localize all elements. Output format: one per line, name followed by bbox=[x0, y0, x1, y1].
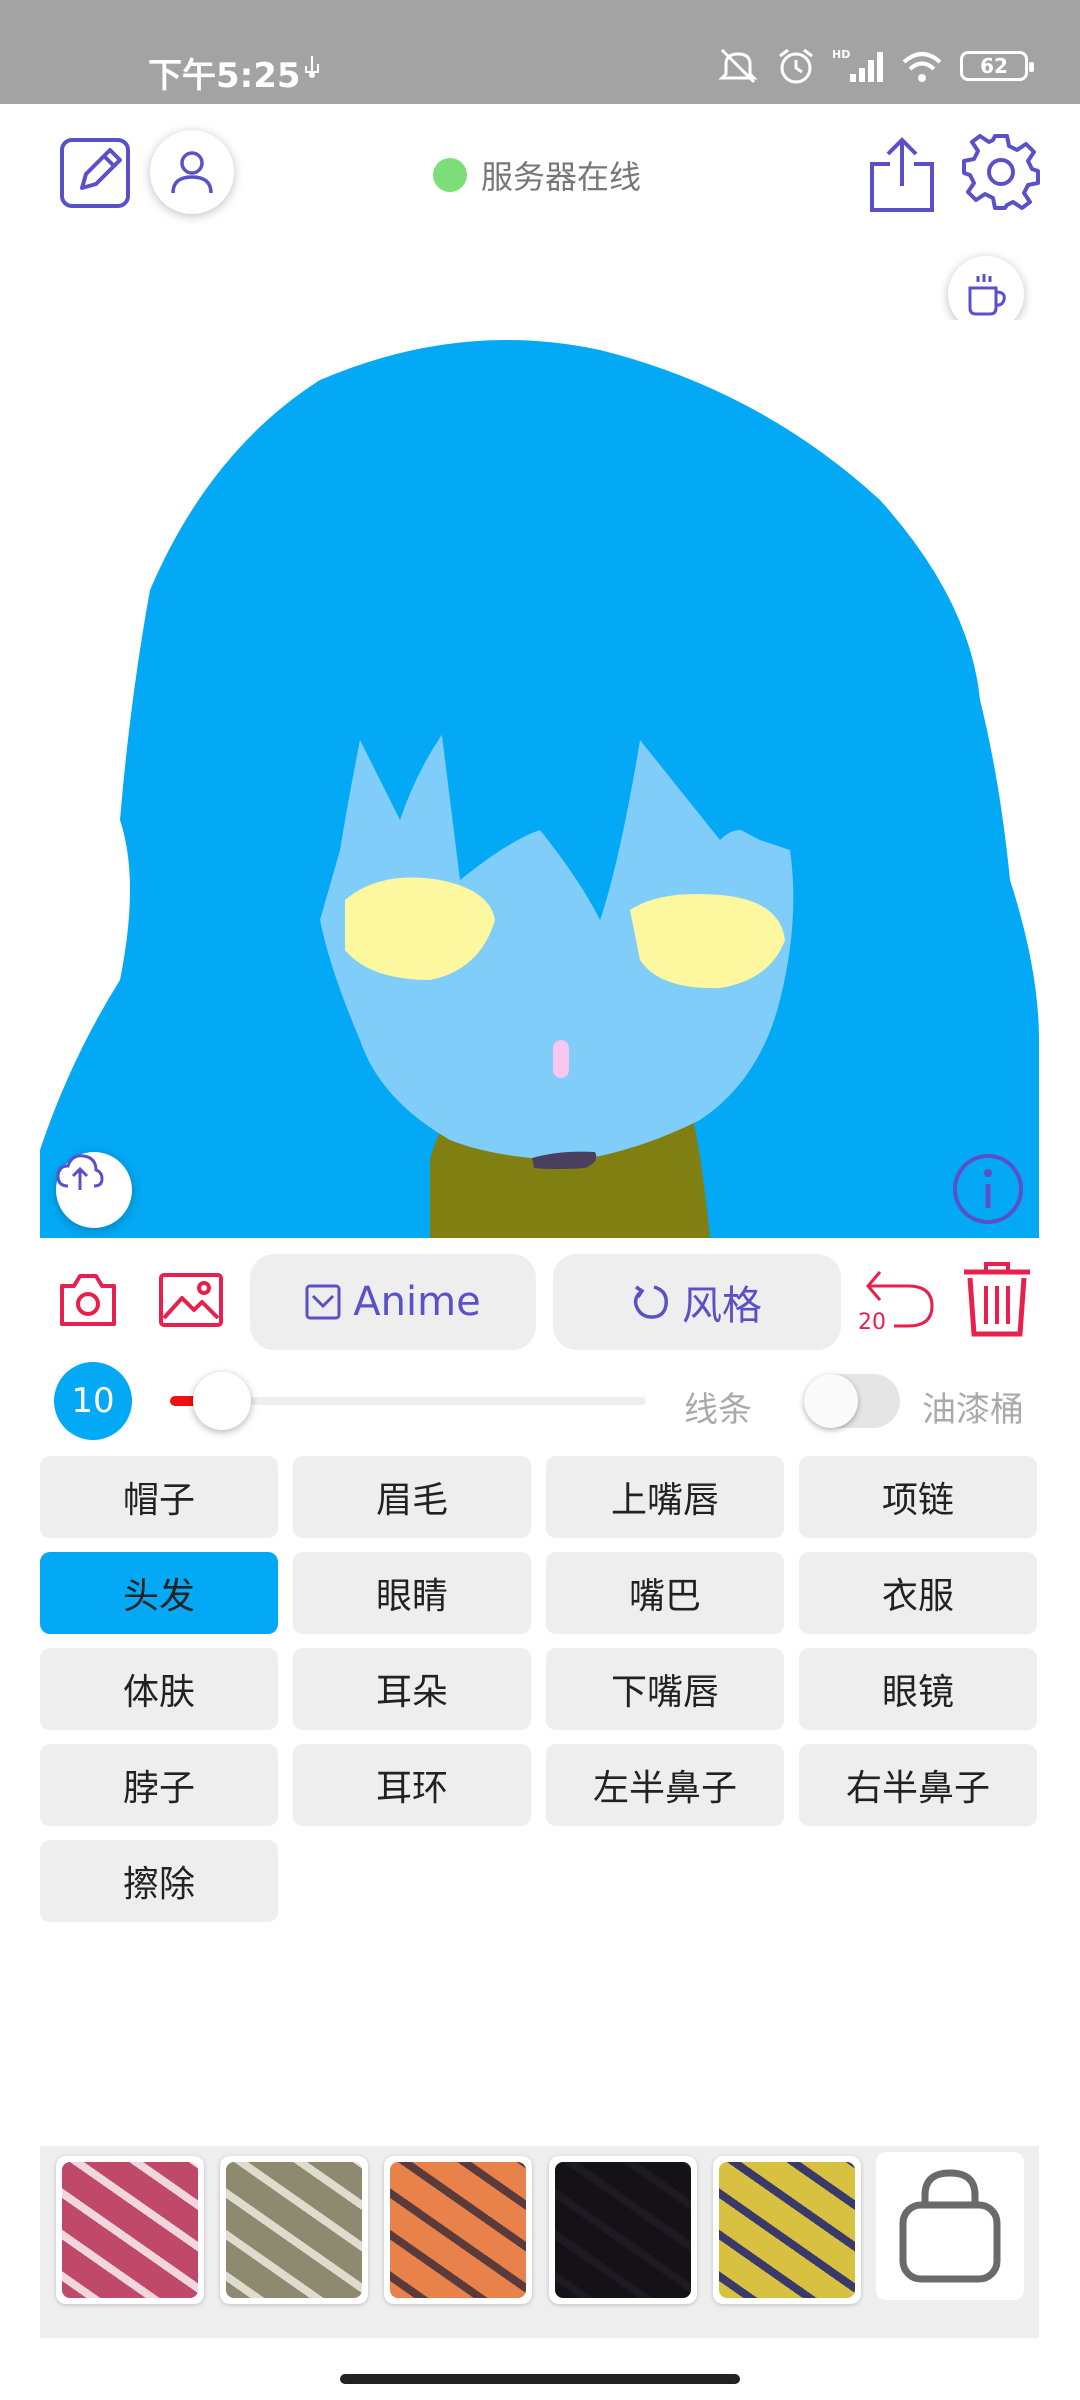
svg-text:HD: HD bbox=[832, 48, 850, 61]
texture-swatch[interactable] bbox=[384, 2156, 532, 2304]
style-label: 风格 bbox=[682, 1283, 762, 1329]
part-button[interactable]: 眼镜 bbox=[799, 1648, 1037, 1730]
part-button[interactable]: 嘴巴 bbox=[546, 1552, 784, 1634]
cloud-upload-icon bbox=[56, 1154, 104, 1190]
texture-swatch[interactable] bbox=[56, 2156, 204, 2304]
part-button[interactable]: 眉毛 bbox=[293, 1456, 531, 1538]
alarm-icon bbox=[779, 48, 813, 84]
coffee-icon bbox=[968, 274, 1006, 316]
texture-yellow-navy bbox=[719, 2162, 855, 2298]
anime-label: Anime bbox=[353, 1279, 481, 1325]
bucket-toggle[interactable] bbox=[804, 1374, 900, 1428]
hd-signal-icon: HD bbox=[832, 48, 883, 82]
status-bar: 下午5:25 HD 62 bbox=[0, 0, 1080, 104]
part-button[interactable]: 体肤 bbox=[40, 1648, 278, 1730]
status-time: 下午5:25 bbox=[148, 56, 301, 96]
server-status-text: 服务器在线 bbox=[481, 158, 642, 196]
upload-button[interactable] bbox=[56, 1152, 132, 1228]
texture-pink-red bbox=[62, 2162, 198, 2298]
texture-swatch[interactable] bbox=[549, 2156, 697, 2304]
part-button[interactable]: 擦除 bbox=[40, 1840, 278, 1922]
status-icons: HD 62 bbox=[716, 46, 1034, 86]
part-button[interactable]: 耳环 bbox=[293, 1744, 531, 1826]
battery-icon: 62 bbox=[960, 51, 1034, 81]
share-icon[interactable] bbox=[866, 134, 938, 214]
wifi-icon bbox=[902, 52, 942, 82]
part-button[interactable]: 头发 bbox=[40, 1552, 278, 1634]
user-icon bbox=[171, 151, 213, 194]
texture-gray-olive bbox=[226, 2162, 362, 2298]
status-dot bbox=[433, 158, 467, 192]
texture-black bbox=[555, 2162, 691, 2298]
trash-icon[interactable] bbox=[962, 1262, 1032, 1338]
edit-pencil-icon[interactable] bbox=[58, 134, 134, 210]
texture-orange bbox=[390, 2162, 526, 2298]
part-button[interactable]: 下嘴唇 bbox=[546, 1648, 784, 1730]
shopping-bag-icon bbox=[899, 2169, 1001, 2283]
gear-icon[interactable] bbox=[962, 132, 1040, 210]
style-button[interactable]: 风格 bbox=[553, 1254, 841, 1350]
part-button[interactable]: 右半鼻子 bbox=[799, 1744, 1037, 1826]
slider-thumb[interactable] bbox=[193, 1372, 252, 1430]
part-button[interactable]: 项链 bbox=[799, 1456, 1037, 1538]
refresh-icon bbox=[633, 1285, 668, 1319]
drawing-canvas[interactable] bbox=[40, 320, 1039, 1238]
part-button[interactable]: 耳朵 bbox=[293, 1648, 531, 1730]
home-indicator[interactable] bbox=[340, 2374, 740, 2384]
undo-count: 20 bbox=[858, 1310, 886, 1335]
user-button[interactable] bbox=[150, 130, 234, 214]
mute-icon bbox=[718, 48, 758, 84]
server-status: 服务器在线 bbox=[433, 152, 641, 198]
brush-size-value: 10 bbox=[71, 1381, 115, 1421]
part-button[interactable]: 脖子 bbox=[40, 1744, 278, 1826]
info-icon[interactable] bbox=[951, 1152, 1025, 1226]
part-button[interactable]: 帽子 bbox=[40, 1456, 278, 1538]
anime-button[interactable]: Anime bbox=[250, 1254, 536, 1350]
battery-level: 62 bbox=[980, 54, 1008, 78]
checkbox-icon bbox=[305, 1284, 341, 1320]
texture-swatch[interactable] bbox=[220, 2156, 368, 2304]
usb-icon bbox=[305, 56, 319, 78]
brush-size-badge: 10 bbox=[54, 1362, 132, 1440]
texture-swatch[interactable] bbox=[713, 2156, 861, 2304]
face-drawing bbox=[40, 340, 1039, 1238]
nose bbox=[553, 1040, 569, 1078]
camera-icon[interactable] bbox=[58, 1272, 118, 1328]
shop-button[interactable] bbox=[876, 2152, 1024, 2300]
image-icon[interactable] bbox=[158, 1272, 224, 1328]
part-button[interactable]: 眼睛 bbox=[293, 1552, 531, 1634]
toggle-knob bbox=[804, 1374, 858, 1428]
part-button[interactable]: 衣服 bbox=[799, 1552, 1037, 1634]
line-mode-label[interactable]: 线条 bbox=[684, 1382, 752, 1431]
bucket-label: 油漆桶 bbox=[922, 1390, 1024, 1430]
part-button[interactable]: 上嘴唇 bbox=[546, 1456, 784, 1538]
part-button[interactable]: 左半鼻子 bbox=[546, 1744, 784, 1826]
